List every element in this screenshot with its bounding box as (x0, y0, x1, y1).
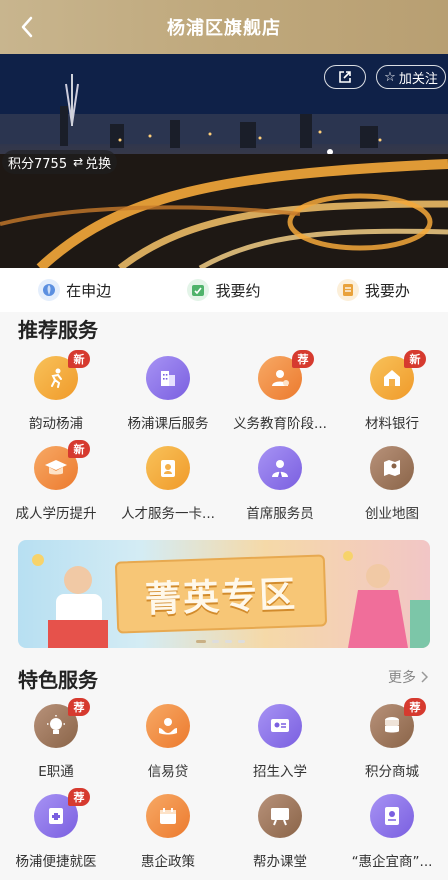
badge: 新 (68, 440, 90, 458)
location-icon (38, 279, 61, 301)
service-label: 首席服务员 (246, 506, 314, 522)
badge: 荐 (68, 698, 90, 716)
badge: 新 (404, 350, 426, 368)
service-item[interactable]: “惠企宜商”... (336, 794, 448, 870)
chevron-right-icon (421, 671, 428, 683)
service-item[interactable]: 人才服务一卡... (112, 446, 224, 522)
book-icon (370, 794, 414, 838)
quicknav-item-nearby[interactable]: 在申边 (38, 279, 111, 301)
service-label: 惠企政策 (141, 854, 195, 870)
service-item[interactable]: 荐 义务教育阶段... (224, 350, 336, 432)
service-label: 人才服务一卡... (121, 506, 215, 522)
badge: 荐 (68, 788, 90, 806)
star-icon: ☆ (384, 69, 396, 85)
share-button[interactable] (324, 65, 366, 89)
building-icon (146, 356, 190, 400)
service-label: 韵动杨浦 (29, 416, 83, 432)
service-item[interactable]: 首席服务员 (224, 446, 336, 522)
service-label: 招生入学 (253, 764, 307, 780)
service-item[interactable]: 新 韵动杨浦 (0, 350, 112, 432)
redeem-label: 兑换 (85, 156, 112, 172)
service-label: 积分商城 (365, 764, 419, 780)
featured-row-1: 荐 E职通 信易贷 招生入学 荐 积分商城 (0, 698, 448, 780)
follow-button[interactable]: ☆ 加关注 (376, 65, 446, 89)
money-hands-icon (146, 704, 190, 748)
share-icon (339, 71, 351, 83)
id-card-icon (146, 446, 190, 490)
service-label: 成人学历提升 (15, 506, 97, 522)
more-link[interactable]: 更多 (388, 667, 428, 687)
points-label: 积分7755 (8, 156, 68, 172)
classroom-icon (258, 794, 302, 838)
quicknav-label: 我要办 (364, 281, 410, 300)
recommended-row-1: 新 韵动杨浦 杨浦课后服务 荐 义务教育阶段... 新 材料银行 (0, 350, 448, 432)
service-label: 帮办课堂 (253, 854, 307, 870)
featured-row-2: 荐 杨浦便捷就医 惠企政策 帮办课堂 “惠企宜商”... (0, 788, 448, 870)
map-icon (370, 446, 414, 490)
follow-label: 加关注 (398, 71, 438, 87)
service-label: E职通 (38, 764, 74, 780)
back-button[interactable] (14, 14, 40, 40)
carousel-dot (238, 640, 245, 643)
redeem-icon: ⇄ (73, 155, 84, 169)
service-item[interactable]: 荐 杨浦便捷就医 (0, 788, 112, 870)
service-label: 信易贷 (147, 764, 189, 780)
quicknav-item-handle[interactable]: 我要办 (336, 279, 410, 301)
promo-title: 菁英专区 (144, 574, 298, 621)
badge: 荐 (292, 350, 314, 368)
document-icon (336, 279, 359, 301)
carousel-dot (225, 640, 232, 643)
service-item[interactable]: 杨浦课后服务 (112, 356, 224, 432)
redeem-link[interactable]: ⇄ 兑换 (73, 153, 111, 172)
service-item[interactable]: 荐 积分商城 (336, 698, 448, 780)
service-label: 杨浦便捷就医 (15, 854, 97, 870)
recommended-section-title: 推荐服务 (18, 318, 98, 342)
service-item[interactable]: 荐 E职通 (0, 698, 112, 780)
quicknav-item-appointment[interactable]: 我要约 (187, 279, 261, 301)
page-title: 杨浦区旗舰店 (167, 18, 281, 39)
service-item[interactable]: 信易贷 (112, 704, 224, 780)
appointment-icon (187, 279, 210, 301)
featured-section-title: 特色服务 (18, 668, 98, 692)
more-label: 更多 (388, 670, 416, 686)
hero-banner: ☆ 加关注 积分7755 ⇄ 兑换 (0, 54, 448, 268)
service-item[interactable]: 惠企政策 (112, 794, 224, 870)
service-label: “惠企宜商”... (351, 854, 433, 870)
service-item[interactable]: 创业地图 (336, 446, 448, 522)
calendar-icon (146, 794, 190, 838)
recommended-row-2: 新 成人学历提升 人才服务一卡... 首席服务员 创业地图 (0, 440, 448, 522)
carousel-indicator (196, 640, 245, 643)
quicknav-label: 在申边 (66, 281, 112, 300)
back-arrow-icon (21, 16, 33, 38)
badge: 新 (68, 350, 90, 368)
service-item[interactable]: 帮办课堂 (224, 794, 336, 870)
top-bar: 杨浦区旗舰店 (0, 0, 448, 54)
service-label: 创业地图 (365, 506, 419, 522)
service-item[interactable]: 新 材料银行 (336, 350, 448, 432)
points-pill[interactable]: 积分7755 ⇄ 兑换 (2, 150, 118, 174)
service-label: 材料银行 (365, 416, 419, 432)
promo-board: 菁英专区 (114, 554, 328, 634)
service-label: 杨浦课后服务 (127, 416, 209, 432)
quick-nav: 在申边 我要约 我要办 (0, 268, 448, 312)
service-item[interactable]: 招生入学 (224, 704, 336, 780)
promo-banner[interactable]: 菁英专区 (18, 540, 430, 648)
quicknav-label: 我要约 (215, 281, 261, 300)
badge: 荐 (404, 698, 426, 716)
service-label: 义务教育阶段... (233, 416, 327, 432)
carousel-dot (196, 640, 206, 643)
enrollment-icon (258, 704, 302, 748)
carousel-dot (212, 640, 219, 643)
staff-icon (258, 446, 302, 490)
service-item[interactable]: 新 成人学历提升 (0, 440, 112, 522)
